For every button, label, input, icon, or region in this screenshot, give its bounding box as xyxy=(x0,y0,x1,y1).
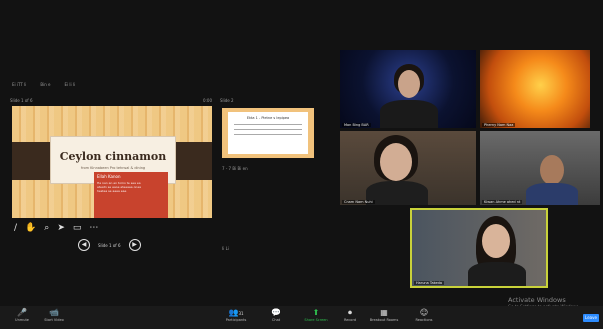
video-tile[interactable]: Pherny Nam Naa xyxy=(480,50,590,128)
breakout-rooms-button[interactable]: ▦ Breakout Rooms xyxy=(364,308,404,322)
slide-timer: 0:00 xyxy=(203,98,212,103)
more-icon[interactable]: ⋯ xyxy=(89,223,98,233)
microphone-icon: 🎤 xyxy=(17,308,27,317)
thumb-line xyxy=(234,124,302,125)
slide-tools: ∕ ✋ ⌕ ➤ ▭ ⋯ xyxy=(14,222,124,234)
participant-name: Pherny Nam Naa xyxy=(482,123,516,127)
pointer-icon[interactable]: ➤ xyxy=(57,223,65,233)
zoom-icon[interactable]: ⌕ xyxy=(44,223,49,233)
pen-icon[interactable]: ∕ xyxy=(14,223,17,233)
participant-name: Cnam Nam Nuhi xyxy=(342,200,375,204)
popup-heading: Ellah Kanon xyxy=(97,174,121,179)
share-screen-icon: ⬆ xyxy=(312,308,320,317)
presenter-item-1[interactable]: Ei iTT li xyxy=(12,82,26,87)
slide-header: Slide 1 of 6 0:00 xyxy=(10,98,212,106)
participant-face xyxy=(482,224,510,258)
slide-navigation: ◀ Slide 1 of 6 ▶ xyxy=(78,239,158,251)
participants-icon: 👥31 xyxy=(228,308,244,317)
participant-body xyxy=(380,100,438,128)
thumb-dots: Ii Li xyxy=(222,246,229,251)
video-tile[interactable]: Mon Bing BAR xyxy=(340,50,476,128)
participants-label: Participants xyxy=(225,318,247,322)
record-icon: ⏺ xyxy=(348,308,352,317)
participants-count: 31 xyxy=(238,311,244,316)
thumb-content: Ekta 1 - Pietne s lepipea xyxy=(228,112,308,154)
participant-face xyxy=(380,143,412,181)
thumb-line xyxy=(234,129,302,130)
participants-button[interactable]: 👥31 Participants xyxy=(216,308,256,322)
next-slide-thumbnail[interactable]: Ekta 1 - Pietne s lepipea xyxy=(222,108,314,158)
video-tile[interactable]: Kiwan Ahme ahed nt xyxy=(480,131,600,205)
slide-header-left: Slide 1 of 6 xyxy=(10,98,33,103)
thumb-title: Ekta 1 - Pietne s lepipea xyxy=(246,116,290,120)
popup-line: hestea se aeea eae xyxy=(97,189,127,193)
chat-button[interactable]: 💬 Chat xyxy=(256,308,296,322)
presenter-toolbar: Ei iTT li Bin e Ei li li xyxy=(12,78,332,90)
chat-label: Chat xyxy=(271,318,281,322)
leave-button[interactable]: Leave xyxy=(583,314,599,322)
reactions-label: Reactions xyxy=(415,318,433,322)
participant-face xyxy=(398,70,420,98)
presenter-item-3[interactable]: Ei li li xyxy=(64,82,75,87)
participant-body xyxy=(366,181,428,205)
slide-subtitle: from Kinnabeen Pro tehnsal & dining xyxy=(80,166,146,170)
thumb-caption: 7 - 7 Bi Bi en xyxy=(222,166,248,171)
participant-name: Kiwan Ahme ahed nt xyxy=(482,200,523,204)
reactions-icon: ☺ xyxy=(419,308,429,317)
video-button[interactable]: 📹 Start Video xyxy=(34,308,74,322)
mute-label: Unmute xyxy=(15,318,29,322)
reactions-button[interactable]: ☺ Reactions xyxy=(404,308,444,322)
subtitle-icon[interactable]: ▭ xyxy=(73,223,82,233)
thumb-line xyxy=(234,134,302,135)
slide-page-indicator: Slide 1 of 6 xyxy=(98,242,121,248)
breakout-label: Breakout Rooms xyxy=(369,318,399,322)
active-speaker-tile[interactable]: Haruna Takeda xyxy=(410,208,548,288)
prev-slide-icon[interactable]: ◀ xyxy=(78,239,90,251)
participant-name: Haruna Takeda xyxy=(414,281,445,285)
chat-icon: 💬 xyxy=(271,308,281,317)
slide-title: Ceylon cinnamon xyxy=(59,150,167,163)
participant-body xyxy=(468,262,526,286)
thumb-header: Slide 2 xyxy=(220,98,234,103)
next-slide-icon[interactable]: ▶ xyxy=(128,239,141,251)
video-tile[interactable]: Cnam Nam Nuhi xyxy=(340,131,476,205)
participant-body xyxy=(526,183,578,205)
slide-popup: Ellah Kanon Ha nan an en tomo te sea ea … xyxy=(94,172,168,218)
meeting-toolbar: 🎤 Unmute 📹 Start Video 👥31 Participants … xyxy=(0,306,603,329)
video-label: Start Video xyxy=(44,318,64,322)
record-label: Record xyxy=(343,318,357,322)
camera-icon: 📹 xyxy=(49,308,59,317)
hand-icon[interactable]: ✋ xyxy=(25,223,36,233)
participant-name: Mon Bing BAR xyxy=(342,123,371,127)
breakout-rooms-icon: ▦ xyxy=(380,308,388,317)
participant-face xyxy=(540,155,564,185)
watermark-heading: Activate Windows xyxy=(508,296,566,304)
share-label: Share Screen xyxy=(304,318,328,322)
presenter-item-2[interactable]: Bin e xyxy=(40,82,50,87)
current-slide[interactable]: Ceylon cinnamon from Kinnabeen Pro tehns… xyxy=(12,106,212,218)
